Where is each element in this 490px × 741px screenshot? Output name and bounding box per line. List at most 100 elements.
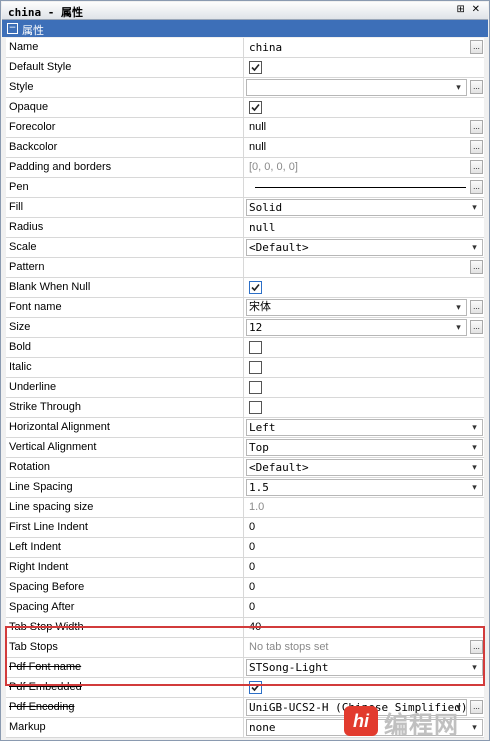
property-value[interactable]: [0, 0, 0, 0]... xyxy=(245,158,484,177)
property-row-spacing-before[interactable]: Spacing Before 0 xyxy=(6,578,484,598)
chevron-down-icon[interactable]: ▾ xyxy=(468,481,481,494)
property-value[interactable]: 0 xyxy=(245,558,484,577)
dropdown-select[interactable]: 宋体 ▾ xyxy=(246,299,467,316)
checkbox[interactable] xyxy=(249,681,262,694)
property-row-scale[interactable]: Scale <Default> ▾ xyxy=(6,238,484,258)
dropdown-select[interactable]: STSong-Light ▾ xyxy=(246,659,483,676)
property-value[interactable] xyxy=(245,338,484,357)
property-row-blank-when-null[interactable]: Blank When Null xyxy=(6,278,484,298)
ellipsis-button[interactable]: ... xyxy=(470,80,483,94)
property-value[interactable] xyxy=(245,278,484,297)
property-row-pdf-font-name[interactable]: Pdf Font name STSong-Light ▾ xyxy=(6,658,484,678)
checkbox[interactable] xyxy=(249,101,262,114)
property-value[interactable]: STSong-Light ▾ xyxy=(245,658,484,677)
property-value[interactable] xyxy=(245,398,484,417)
property-row-strike-through[interactable]: Strike Through xyxy=(6,398,484,418)
chevron-down-icon[interactable]: ▾ xyxy=(468,201,481,214)
dropdown-select[interactable]: 1.5 ▾ xyxy=(246,479,483,496)
dropdown-select[interactable]: <Default> ▾ xyxy=(246,459,483,476)
chevron-down-icon[interactable]: ▾ xyxy=(468,241,481,254)
ellipsis-button[interactable]: ... xyxy=(470,300,483,314)
property-row-style[interactable]: Style ▾... xyxy=(6,78,484,98)
property-row-left-indent[interactable]: Left Indent 0 xyxy=(6,538,484,558)
property-row-font-name[interactable]: Font name 宋体 ▾... xyxy=(6,298,484,318)
ellipsis-button[interactable]: ... xyxy=(470,260,483,274)
property-row-pdf-embedded[interactable]: Pdf Embedded xyxy=(6,678,484,698)
ellipsis-button[interactable]: ... xyxy=(470,320,483,334)
property-row-opaque[interactable]: Opaque xyxy=(6,98,484,118)
property-row-underline[interactable]: Underline xyxy=(6,378,484,398)
property-row-size[interactable]: Size 12 ▾... xyxy=(6,318,484,338)
property-value[interactable]: Solid ▾ xyxy=(245,198,484,217)
property-row-backcolor[interactable]: Backcolor null... xyxy=(6,138,484,158)
dropdown-select[interactable]: Left ▾ xyxy=(246,419,483,436)
property-value[interactable]: 1.0 xyxy=(245,498,484,517)
property-value[interactable]: Left ▾ xyxy=(245,418,484,437)
chevron-down-icon[interactable]: ▾ xyxy=(452,81,465,94)
ellipsis-button[interactable]: ... xyxy=(470,140,483,154)
property-value[interactable] xyxy=(245,58,484,77)
property-row-name[interactable]: Name china... xyxy=(6,38,484,58)
property-value[interactable]: ... xyxy=(245,258,484,277)
property-value[interactable]: 0 xyxy=(245,598,484,617)
properties-section-header[interactable]: − 属性 xyxy=(2,20,488,37)
property-value[interactable]: <Default> ▾ xyxy=(245,458,484,477)
property-value[interactable]: No tab stops set... xyxy=(245,638,484,657)
property-value[interactable] xyxy=(245,358,484,377)
property-row-pattern[interactable]: Pattern... xyxy=(6,258,484,278)
property-row-right-indent[interactable]: Right Indent 0 xyxy=(6,558,484,578)
dropdown-select[interactable]: Solid ▾ xyxy=(246,199,483,216)
property-row-tab-stops[interactable]: Tab Stops No tab stops set... xyxy=(6,638,484,658)
property-value[interactable]: 宋体 ▾... xyxy=(245,298,484,317)
dropdown-select[interactable]: Top ▾ xyxy=(246,439,483,456)
collapse-icon[interactable]: − xyxy=(7,23,18,34)
property-row-line-spacing[interactable]: Line Spacing 1.5 ▾ xyxy=(6,478,484,498)
checkbox[interactable] xyxy=(249,361,262,374)
property-row-spacing-after[interactable]: Spacing After 0 xyxy=(6,598,484,618)
property-row-padding-and-borders[interactable]: Padding and borders [0, 0, 0, 0]... xyxy=(6,158,484,178)
property-value[interactable] xyxy=(245,98,484,117)
window-controls-icons[interactable]: ⊞ ✕ xyxy=(456,4,482,15)
property-value[interactable]: <Default> ▾ xyxy=(245,238,484,257)
ellipsis-button[interactable]: ... xyxy=(470,160,483,174)
property-row-pen[interactable]: Pen... xyxy=(6,178,484,198)
property-value[interactable]: 0 xyxy=(245,578,484,597)
ellipsis-button[interactable]: ... xyxy=(470,180,483,194)
property-row-default-style[interactable]: Default Style xyxy=(6,58,484,78)
chevron-down-icon[interactable]: ▾ xyxy=(468,421,481,434)
property-row-fill[interactable]: Fill Solid ▾ xyxy=(6,198,484,218)
property-value[interactable]: ▾... xyxy=(245,78,484,97)
property-value[interactable]: ... xyxy=(245,178,484,197)
property-value[interactable] xyxy=(245,678,484,697)
property-value[interactable] xyxy=(245,378,484,397)
checkbox[interactable] xyxy=(249,401,262,414)
checkbox[interactable] xyxy=(249,61,262,74)
chevron-down-icon[interactable]: ▾ xyxy=(452,321,465,334)
ellipsis-button[interactable]: ... xyxy=(470,640,483,654)
checkbox[interactable] xyxy=(249,381,262,394)
ellipsis-button[interactable]: ... xyxy=(470,40,483,54)
ellipsis-button[interactable]: ... xyxy=(470,120,483,134)
property-row-vertical-alignment[interactable]: Vertical Alignment Top ▾ xyxy=(6,438,484,458)
property-value[interactable]: 40 xyxy=(245,618,484,637)
dropdown-select[interactable]: <Default> ▾ xyxy=(246,239,483,256)
property-value[interactable]: null... xyxy=(245,118,484,137)
property-row-radius[interactable]: Radius null xyxy=(6,218,484,238)
property-value[interactable]: null xyxy=(245,218,484,237)
property-value[interactable]: 0 xyxy=(245,538,484,557)
property-value[interactable]: Top ▾ xyxy=(245,438,484,457)
dropdown-select[interactable]: ▾ xyxy=(246,79,467,96)
chevron-down-icon[interactable]: ▾ xyxy=(468,461,481,474)
property-value[interactable]: 1.5 ▾ xyxy=(245,478,484,497)
chevron-down-icon[interactable]: ▾ xyxy=(452,301,465,314)
property-value[interactable]: null... xyxy=(245,138,484,157)
checkbox[interactable] xyxy=(249,281,262,294)
property-row-italic[interactable]: Italic xyxy=(6,358,484,378)
property-row-forecolor[interactable]: Forecolor null... xyxy=(6,118,484,138)
chevron-down-icon[interactable]: ▾ xyxy=(468,441,481,454)
property-value[interactable]: 0 xyxy=(245,518,484,537)
property-row-bold[interactable]: Bold xyxy=(6,338,484,358)
property-value[interactable]: 12 ▾... xyxy=(245,318,484,337)
property-row-line-spacing-size[interactable]: Line spacing size 1.0 xyxy=(6,498,484,518)
property-row-rotation[interactable]: Rotation <Default> ▾ xyxy=(6,458,484,478)
